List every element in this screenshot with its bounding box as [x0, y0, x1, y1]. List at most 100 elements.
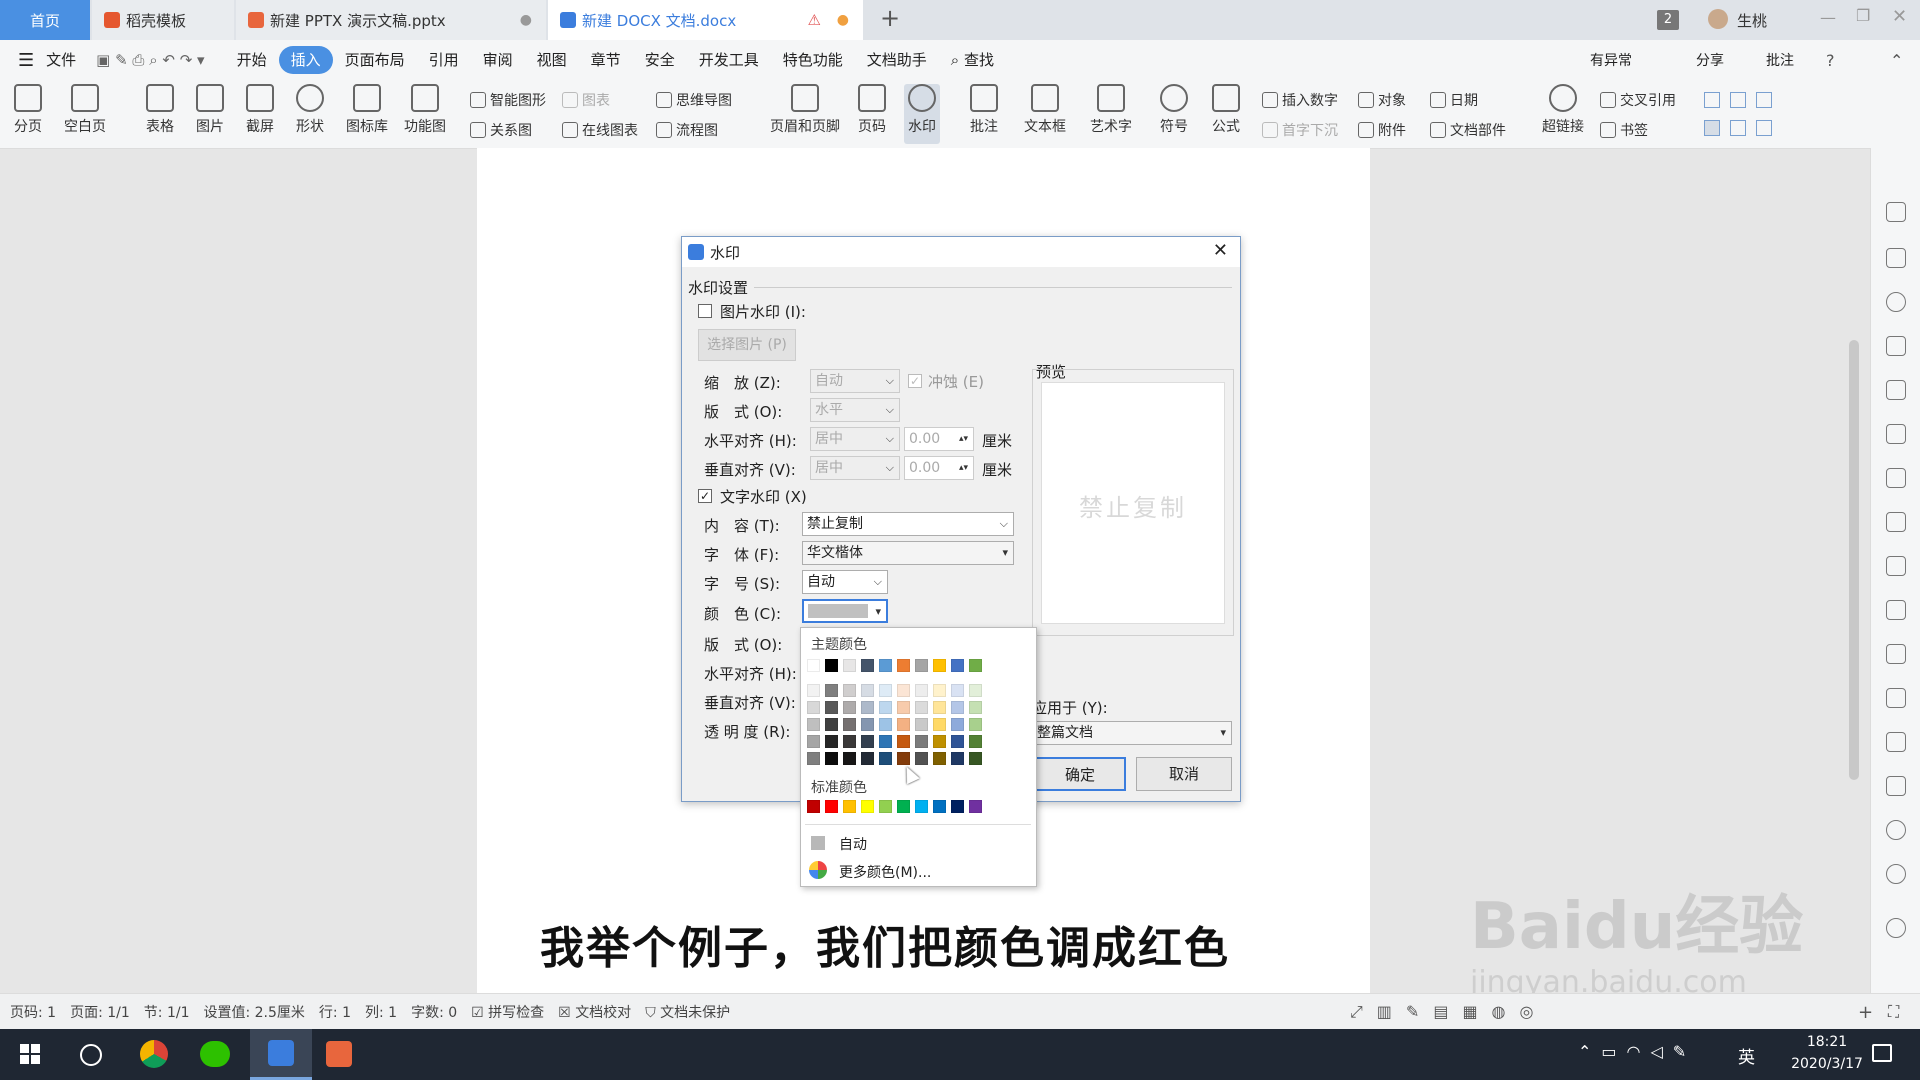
help-panel-icon[interactable] [1886, 918, 1906, 938]
standard-color-swatch[interactable] [843, 800, 856, 813]
scale-select[interactable]: 自动 ⌵ [810, 369, 900, 393]
docpart-button[interactable]: 文档部件 [1430, 120, 1506, 140]
theme-shade-swatch[interactable] [825, 718, 838, 731]
taskbar-wps-writer[interactable] [250, 1029, 312, 1080]
quick-access-icons[interactable]: ▣ ✎ ⎙ ⌕ ↶ ↷ ▾ [96, 51, 204, 69]
status-wordcount[interactable]: 字数: 0 [411, 1002, 457, 1022]
menu-file[interactable]: 文件 [34, 46, 88, 74]
notification-icon[interactable] [1872, 1044, 1892, 1062]
theme-shade-swatch[interactable] [807, 718, 820, 731]
page-number-button[interactable]: 页码 [858, 84, 886, 136]
function-chart-button[interactable]: 功能图 [404, 84, 446, 136]
pen-icon[interactable] [1886, 202, 1906, 222]
online-chart-button[interactable]: 在线图表 [562, 120, 638, 140]
picture-button[interactable]: 图片 [196, 84, 224, 136]
wordart-button[interactable]: 艺术字 [1090, 84, 1132, 136]
theme-shade-swatch[interactable] [951, 684, 964, 697]
apply-select[interactable]: 整篇文档 ▾ [1032, 721, 1232, 745]
insert-number-button[interactable]: 插入数字 [1262, 90, 1338, 110]
windows-start-icon[interactable] [20, 1044, 40, 1064]
ok-button[interactable]: 确定 [1034, 757, 1126, 791]
dropcap-button[interactable]: 首字下沉 [1262, 120, 1338, 140]
shield-icon[interactable] [1886, 820, 1906, 840]
theme-shade-swatch[interactable] [969, 735, 982, 748]
theme-shade-swatch[interactable] [915, 735, 928, 748]
window-count-badge[interactable]: 2 [1657, 10, 1679, 30]
theme-shade-swatch[interactable] [969, 684, 982, 697]
cortana-icon[interactable] [80, 1044, 102, 1066]
textbox-button[interactable]: 文本框 [1024, 84, 1066, 136]
theme-shade-swatch[interactable] [861, 735, 874, 748]
theme-shade-swatch[interactable] [951, 735, 964, 748]
standard-color-swatch[interactable] [933, 800, 946, 813]
valign-select[interactable]: 居中 ⌵ [810, 456, 900, 480]
zoom-in-icon[interactable]: + [1858, 1002, 1873, 1023]
date-button[interactable]: 日期 [1430, 90, 1478, 110]
menu-share[interactable]: 分享 [1696, 50, 1724, 70]
theme-shade-swatch[interactable] [843, 701, 856, 714]
menu-assistant[interactable]: 文档助手 [855, 46, 939, 74]
theme-shade-swatch[interactable] [933, 752, 946, 765]
theme-color-swatch[interactable] [861, 659, 874, 672]
tab-docx[interactable]: 新建 DOCX 文档.docx ⚠ ● [548, 0, 863, 40]
menu-security[interactable]: 安全 [633, 46, 687, 74]
tab-home[interactable]: 首页 [0, 0, 90, 40]
theme-shade-swatch[interactable] [897, 752, 910, 765]
standard-color-swatch[interactable] [825, 800, 838, 813]
theme-shade-swatch[interactable] [825, 735, 838, 748]
form-controls-group[interactable] [1700, 90, 1780, 140]
picture-panel-icon[interactable] [1886, 776, 1906, 796]
chart-button[interactable]: 图表 [562, 90, 610, 110]
menu-view[interactable]: 视图 [525, 46, 579, 74]
standard-color-swatch[interactable] [897, 800, 910, 813]
theme-shade-swatch[interactable] [915, 752, 928, 765]
control-icon[interactable] [1704, 120, 1720, 136]
theme-shade-swatch[interactable] [969, 701, 982, 714]
halign-select[interactable]: 居中 ⌵ [810, 427, 900, 451]
screenshot-button[interactable]: 截屏 [246, 84, 274, 136]
chart-panel-icon[interactable] [1886, 512, 1906, 532]
menu-reference[interactable]: 引用 [417, 46, 471, 74]
theme-color-swatch[interactable] [933, 659, 946, 672]
standard-color-swatch[interactable] [861, 800, 874, 813]
hamburger-icon[interactable]: ☰ [18, 50, 34, 71]
menu-insert[interactable]: 插入 [278, 46, 333, 74]
restore-icon[interactable]: ❐ [1856, 6, 1870, 25]
standard-color-swatch[interactable] [915, 800, 928, 813]
theme-shade-swatch[interactable] [843, 735, 856, 748]
help-icon[interactable]: ? [1826, 51, 1835, 70]
user-name[interactable]: 生桃 [1737, 10, 1767, 31]
control-icon[interactable] [1756, 92, 1772, 108]
input-language[interactable]: 英 [1738, 1043, 1755, 1068]
theme-shade-swatch[interactable] [843, 718, 856, 731]
theme-shade-swatch[interactable] [915, 684, 928, 697]
menu-devtools[interactable]: 开发工具 [687, 46, 771, 74]
spellcheck-button[interactable]: ☑ 拼写检查 [471, 1002, 544, 1022]
dot-icon[interactable]: ● [520, 12, 532, 28]
blank-page-button[interactable]: 空白页 [64, 84, 106, 136]
theme-shade-swatch[interactable] [807, 684, 820, 697]
theme-shade-swatch[interactable] [861, 718, 874, 731]
layout-select[interactable]: 水平 ⌵ [810, 398, 900, 422]
theme-shade-swatch[interactable] [825, 701, 838, 714]
valign-number[interactable]: 0.00 ▴▾ [904, 456, 974, 480]
avatar[interactable] [1708, 9, 1728, 29]
content-select[interactable]: 禁止复制 ⌵ [802, 512, 1014, 536]
theme-shade-swatch[interactable] [897, 735, 910, 748]
auto-color-option[interactable]: 自动 [839, 834, 867, 854]
clock-time[interactable]: 18:21 [1787, 1034, 1867, 1050]
select-image-button[interactable]: 选择图片 (P) [698, 329, 796, 361]
translate-icon[interactable] [1886, 688, 1906, 708]
theme-shade-swatch[interactable] [825, 684, 838, 697]
menu-layout[interactable]: 页面布局 [333, 46, 417, 74]
tab-pptx[interactable]: 新建 PPTX 演示文稿.pptx ● [236, 0, 546, 40]
shape-button[interactable]: 形状 [296, 84, 324, 136]
theme-color-swatch[interactable] [897, 659, 910, 672]
more-colors-option[interactable]: 更多颜色(M)... [839, 862, 931, 882]
standard-color-swatch[interactable] [879, 800, 892, 813]
view-mode-icons[interactable]: ⤢▥✎▤▦◍◎ [1350, 1002, 1547, 1022]
menu-find[interactable]: ⌕ 查找 [939, 46, 1006, 74]
theme-shade-swatch[interactable] [897, 718, 910, 731]
relation-button[interactable]: 关系图 [470, 120, 532, 140]
standard-color-swatch[interactable] [951, 800, 964, 813]
